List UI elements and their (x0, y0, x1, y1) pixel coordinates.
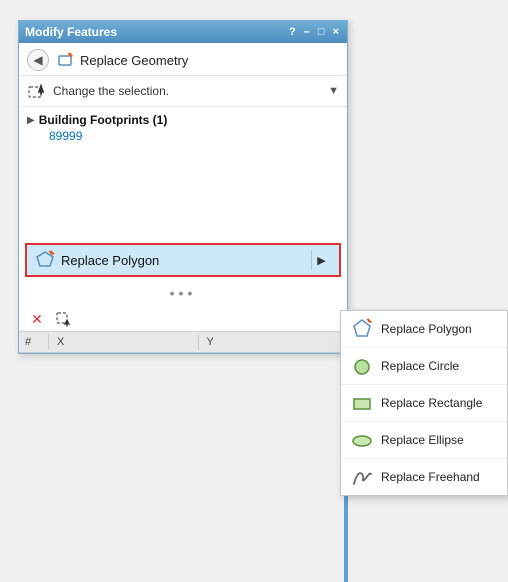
replace-geometry-icon (57, 51, 75, 69)
menu-item-replace-freehand[interactable]: Replace Freehand (341, 459, 507, 495)
titlebar-controls: ? – □ × (287, 26, 341, 38)
active-tool-row[interactable]: Replace Polygon ▶ (25, 243, 341, 277)
menu-polygon-icon (351, 318, 373, 340)
replace-dropdown-menu: Replace Polygon Replace Circle Replace R… (340, 310, 508, 496)
dots-row: ••• (19, 277, 347, 305)
help-button[interactable]: ? (287, 26, 298, 38)
replace-polygon-icon (35, 250, 55, 270)
selection-icon (27, 81, 47, 101)
delete-icon: ✕ (31, 311, 43, 328)
select-button[interactable] (51, 307, 75, 331)
selection-label: Change the selection. (53, 84, 322, 98)
cursor-icon (55, 311, 71, 327)
menu-label-replace-rectangle: Replace Rectangle (381, 396, 482, 410)
menu-item-replace-rectangle[interactable]: Replace Rectangle (341, 385, 507, 422)
section-title: Replace Geometry (80, 53, 188, 68)
col-header-x: X (49, 334, 199, 350)
menu-item-replace-polygon[interactable]: Replace Polygon (341, 311, 507, 348)
panel-header-row: ◀ Replace Geometry (19, 43, 347, 76)
menu-label-replace-polygon: Replace Polygon (381, 322, 472, 336)
menu-ellipse-icon (351, 429, 373, 451)
tree-group-item: ▶ Building Footprints (1) (27, 111, 339, 129)
tool-dropdown-button[interactable]: ▶ (311, 250, 331, 270)
back-icon: ◀ (33, 53, 42, 67)
tree-expand-icon[interactable]: ▶ (27, 115, 35, 126)
menu-label-replace-ellipse: Replace Ellipse (381, 433, 464, 447)
tree-group-label: Building Footprints (1) (39, 113, 168, 127)
delete-button[interactable]: ✕ (25, 307, 49, 331)
bottom-accent-line (344, 488, 348, 582)
menu-label-replace-circle: Replace Circle (381, 359, 459, 373)
menu-item-replace-circle[interactable]: Replace Circle (341, 348, 507, 385)
selection-dropdown-arrow[interactable]: ▼ (328, 85, 339, 97)
active-tool-label: Replace Polygon (61, 253, 305, 268)
menu-label-replace-freehand: Replace Freehand (381, 470, 480, 484)
tool-dropdown-arrow-icon: ▶ (317, 254, 325, 267)
tree-area: ▶ Building Footprints (1) 89999 (19, 107, 347, 237)
back-button[interactable]: ◀ (27, 49, 49, 71)
selection-row[interactable]: Change the selection. ▼ (19, 76, 347, 107)
minimize-button[interactable]: – (302, 26, 312, 38)
menu-rectangle-icon (351, 392, 373, 414)
tree-sub-item[interactable]: 89999 (27, 129, 339, 143)
modify-features-panel: Modify Features ? – □ × ◀ Replace Geomet… (18, 20, 348, 354)
dots-indicator: ••• (170, 285, 197, 301)
close-button[interactable]: × (331, 26, 341, 38)
panel-body: ◀ Replace Geometry Change the selection.… (19, 43, 347, 353)
toolbar-row: ✕ (19, 305, 347, 332)
table-header: # X Y (19, 332, 347, 353)
menu-freehand-icon (351, 466, 373, 488)
panel-titlebar: Modify Features ? – □ × (19, 21, 347, 43)
col-header-y: Y (199, 334, 348, 350)
menu-item-replace-ellipse[interactable]: Replace Ellipse (341, 422, 507, 459)
panel-title: Modify Features (25, 25, 117, 39)
titlebar-title-group: Modify Features (25, 25, 117, 39)
section-title-row: Replace Geometry (57, 51, 188, 69)
maximize-button[interactable]: □ (316, 26, 327, 38)
menu-circle-icon (351, 355, 373, 377)
col-header-num: # (19, 334, 49, 350)
tree-item-id: 89999 (49, 129, 82, 143)
